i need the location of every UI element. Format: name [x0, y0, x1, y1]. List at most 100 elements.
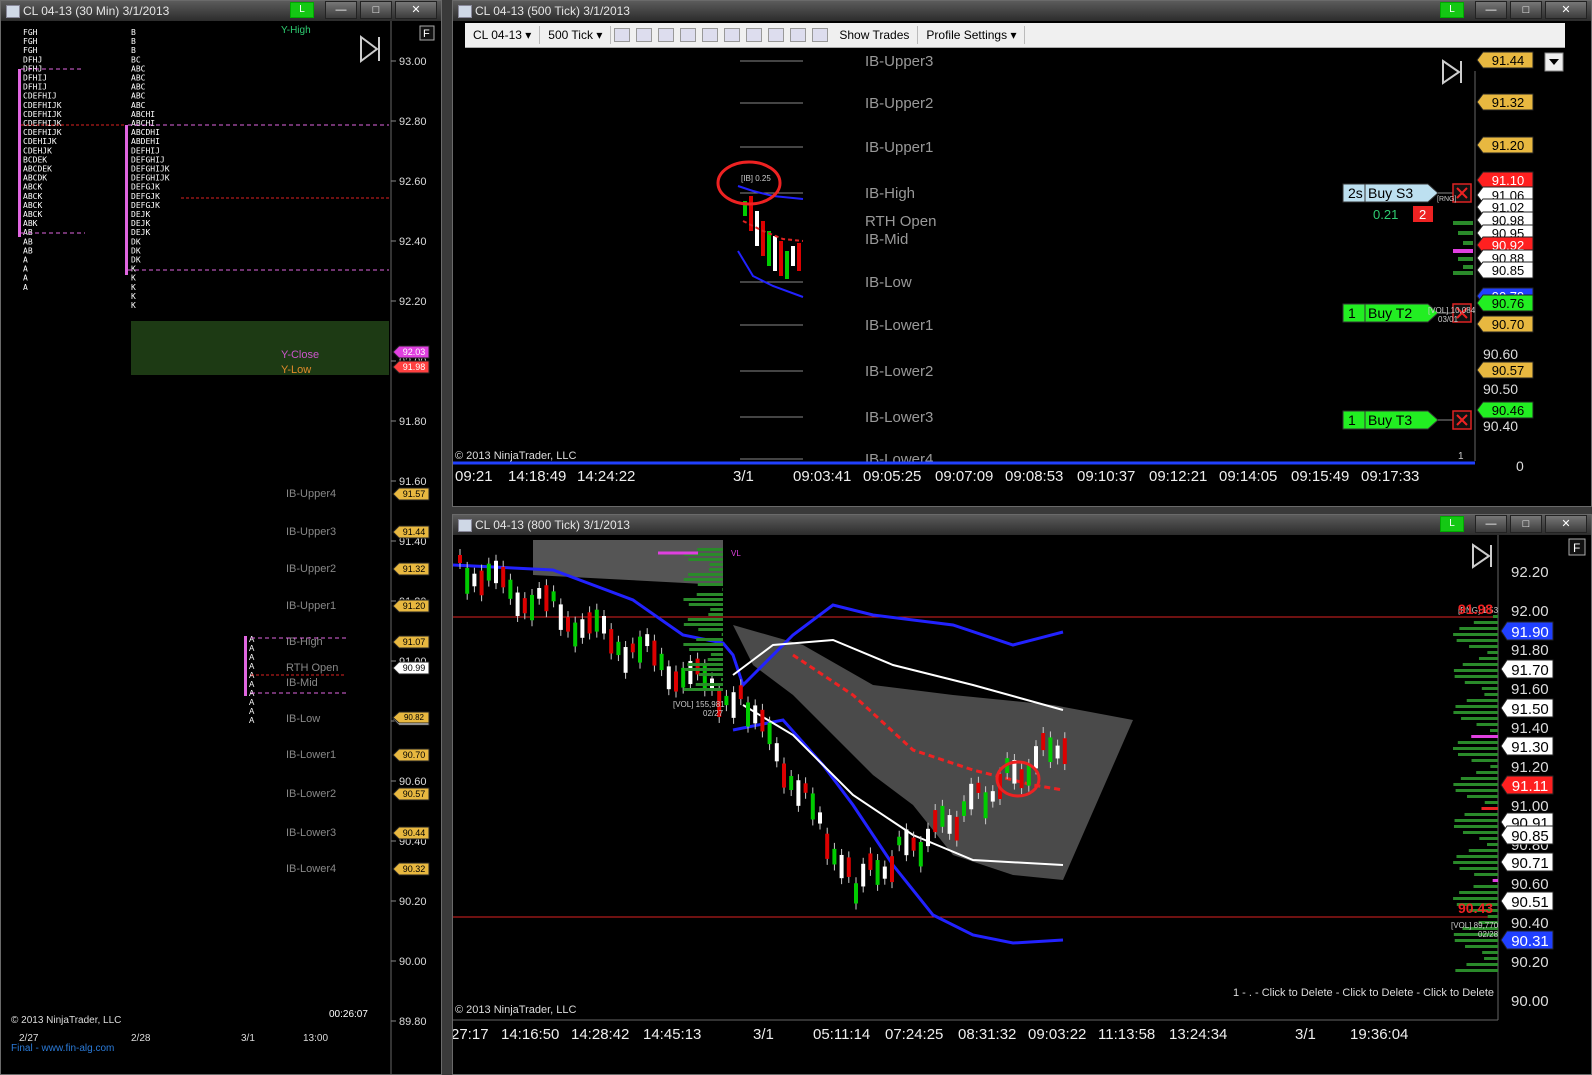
- pencil-icon[interactable]: [636, 28, 653, 42]
- candle: [1048, 737, 1053, 763]
- volume-profile-bar: [710, 653, 723, 656]
- volume-profile-bar: [1455, 705, 1498, 708]
- maximize-button[interactable]: □: [360, 1, 392, 19]
- tpo-letters: DFHIJ: [23, 74, 47, 83]
- close-button[interactable]: ✕: [395, 1, 437, 19]
- volume-profile-bar: [1466, 795, 1498, 798]
- data-box-icon[interactable]: [724, 28, 741, 42]
- candle: [911, 837, 916, 851]
- volume-profile-bar: [696, 638, 723, 641]
- instrument-selector[interactable]: CL 04-13 ▾: [465, 26, 541, 44]
- ib-price-tag-text: 90.70: [403, 750, 426, 760]
- minimize-button[interactable]: —: [1475, 515, 1507, 533]
- volume-profile-bar: [1482, 951, 1498, 954]
- f-button-label[interactable]: F: [1573, 541, 1580, 555]
- left-plot-area[interactable]: 93.0092.8092.6092.4092.2092.0091.8091.60…: [1, 21, 441, 1074]
- price-tag-text: 91.50: [1511, 701, 1549, 718]
- time-tick-label: 09:03:41: [793, 468, 851, 485]
- f-button-label[interactable]: F: [423, 28, 430, 40]
- minimize-button[interactable]: —: [1475, 1, 1507, 19]
- top-title-bar[interactable]: CL 04-13 (500 Tick) 3/1/2013 L — □ ✕: [453, 1, 1591, 21]
- order-qty[interactable]: 1: [1348, 305, 1356, 321]
- strategies-icon[interactable]: [768, 28, 785, 42]
- zoom-icon[interactable]: [702, 28, 719, 42]
- link-badge[interactable]: L: [1440, 516, 1464, 532]
- volume-profile-bar: [1453, 669, 1498, 672]
- volume-profile-bar: [1464, 681, 1498, 684]
- volume-profile-bar: [683, 623, 723, 626]
- tpo-letters: ABC: [131, 83, 146, 92]
- candle: [1019, 769, 1024, 789]
- ib-price-tag-text: 90.82: [404, 713, 425, 722]
- crosshair-icon[interactable]: [680, 28, 697, 42]
- date-axis-label: 13:00: [303, 1033, 328, 1044]
- tpo-letters: K: [131, 292, 136, 301]
- order-label[interactable]: Buy T2: [1368, 305, 1412, 321]
- price-tick-label: 92.20: [1511, 564, 1549, 581]
- maximize-button[interactable]: □: [1510, 515, 1542, 533]
- volume-profile-bar: [698, 673, 723, 676]
- value-area-bar: [18, 69, 21, 237]
- period-selector[interactable]: 500 Tick ▾: [540, 26, 612, 44]
- volume-profile-bar: [1481, 807, 1498, 810]
- candle: [882, 866, 887, 879]
- time-tick-label: 27:17: [453, 1026, 489, 1043]
- volume-profile-bar: [1465, 945, 1498, 948]
- top-plot-area[interactable]: IB-Upper3 IB-Upper2 IB-Upper1 IB-High RTH Op…: [453, 21, 1591, 506]
- bottom-chart-svg[interactable]: VL[VOL] 155,98102/27[RNG] 1.53[VOL] 89,7…: [453, 535, 1591, 1074]
- volume-profile-bar: [1461, 717, 1498, 720]
- show-trades-button[interactable]: Show Trades: [831, 26, 919, 44]
- order-label[interactable]: Buy S3: [1368, 185, 1413, 201]
- bottom-title-bar[interactable]: CL 04-13 (800 Tick) 3/1/2013 L — □ ✕: [453, 515, 1591, 535]
- volume-profile-bar: [1453, 825, 1498, 828]
- left-title-bar[interactable]: CL 04-13 (30 Min) 3/1/2013 L — □ ✕: [1, 1, 441, 21]
- volume-profile-bar: [696, 593, 723, 596]
- rng-tag: [RNG]: [1437, 196, 1457, 203]
- candle: [580, 619, 585, 638]
- properties-icon[interactable]: [790, 28, 807, 42]
- tpo-letters: A: [249, 653, 255, 662]
- top-chart-svg[interactable]: IB-Upper3 IB-Upper2 IB-Upper1 IB-High RTH Op…: [453, 21, 1591, 506]
- maximize-button[interactable]: □: [1510, 1, 1542, 19]
- tpo-letters: A: [249, 680, 255, 689]
- order-qty[interactable]: 1: [1348, 412, 1356, 428]
- chart-trader-icon[interactable]: [812, 28, 829, 42]
- volume-profile-bar: [1454, 675, 1498, 678]
- bar-style-icon[interactable]: [614, 28, 631, 42]
- ib-level-label: IB-Upper1: [286, 600, 336, 612]
- vl-label: VL: [731, 549, 741, 558]
- delete-hint[interactable]: 1 - . - Click to Delete - Click to Delet…: [1233, 987, 1494, 999]
- price-tag: 90.71: [1500, 852, 1554, 872]
- candle: [954, 816, 959, 841]
- order-label[interactable]: Buy T3: [1368, 412, 1412, 428]
- candle: [796, 780, 801, 806]
- vol-date: 02/27: [703, 709, 724, 718]
- ib-price-tag-text: 91.32: [403, 564, 426, 574]
- volume-profile-bar: [1462, 663, 1498, 666]
- line-tool-icon[interactable]: [658, 28, 675, 42]
- time-tick-label: 14:28:42: [571, 1026, 629, 1043]
- indicators-icon[interactable]: [746, 28, 763, 42]
- volume-profile-bar: [1466, 699, 1498, 702]
- price-tag-text: 90.70: [1492, 317, 1525, 332]
- left-chart-svg[interactable]: 93.0092.8092.6092.4092.2092.0091.8091.60…: [1, 21, 441, 1074]
- tpo-letters: DEFHIJ: [131, 146, 160, 155]
- bottom-plot-area[interactable]: VL [VOL] 155,981 02/27 [RNG] 1.53 [VOL] 89,7…: [453, 535, 1591, 1074]
- price-tag: 90.51: [1500, 891, 1554, 911]
- link-badge[interactable]: L: [1440, 2, 1464, 18]
- order-qty[interactable]: 2s: [1348, 185, 1363, 201]
- close-button[interactable]: ✕: [1545, 515, 1587, 533]
- profile-settings-button[interactable]: Profile Settings ▾: [918, 26, 1026, 44]
- time-tick-label: 05:11:14: [813, 1026, 870, 1043]
- volume-profile-bar: [1453, 221, 1473, 225]
- close-button[interactable]: ✕: [1545, 1, 1587, 19]
- candle: [803, 783, 808, 793]
- candle: [638, 636, 642, 663]
- link-badge[interactable]: L: [290, 2, 314, 18]
- volume-profile-bar: [1459, 627, 1498, 630]
- volume-profile-bar: [1492, 879, 1498, 882]
- candle: [767, 722, 772, 745]
- tpo-letters: ABCK: [23, 183, 42, 192]
- minimize-button[interactable]: —: [325, 1, 357, 19]
- price-tag: 91.44: [1476, 51, 1534, 69]
